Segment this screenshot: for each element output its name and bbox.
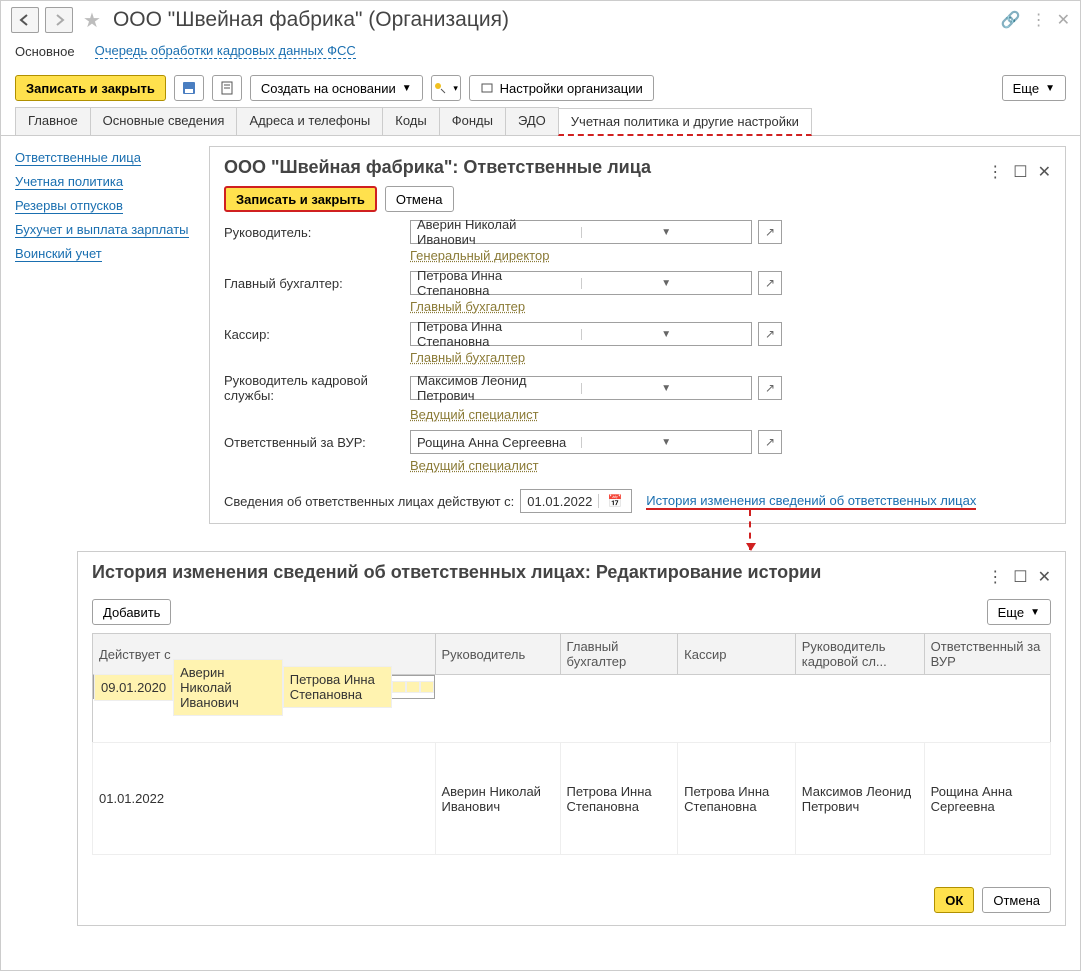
position-link[interactable]: Генеральный директор — [410, 248, 549, 263]
calendar-icon[interactable]: 📅 — [598, 494, 631, 508]
panel1-cancel[interactable]: Отмена — [385, 186, 454, 212]
person-select[interactable]: Рощина Анна Сергеевна▼ — [410, 430, 752, 454]
panel2-more-button[interactable]: Еще▼ — [987, 599, 1051, 625]
dropdown-icon[interactable]: ▼ — [581, 329, 752, 340]
history-panel: История изменения сведений об ответствен… — [77, 551, 1066, 926]
dropdown-icon[interactable]: ▼ — [581, 227, 752, 238]
history-table: Действует сРуководительГлавный бухгалтер… — [92, 633, 1051, 855]
panel2-cancel-button[interactable]: Отмена — [982, 887, 1051, 913]
col-header[interactable]: Главный бухгалтер — [560, 634, 678, 675]
subhead-queue-link[interactable]: Очередь обработки кадровых данных ФСС — [95, 43, 356, 59]
tab-addresses[interactable]: Адреса и телефоны — [236, 107, 383, 135]
tab-policy[interactable]: Учетная политика и другие настройки — [558, 108, 812, 136]
tab-edo[interactable]: ЭДО — [505, 107, 559, 135]
more-button[interactable]: Еще▼ — [1002, 75, 1066, 101]
org-settings-button[interactable]: Настройки организации — [469, 75, 654, 101]
ok-button[interactable]: ОК — [934, 887, 974, 913]
person-select[interactable]: Максимов Леонид Петрович▼ — [410, 376, 752, 400]
panel2-close-icon[interactable]: ✕ — [1038, 567, 1051, 587]
link-icon[interactable]: 🔗 — [1001, 10, 1021, 30]
tab-bar: Главное Основные сведения Адреса и телеф… — [1, 107, 1080, 136]
tab-general[interactable]: Основные сведения — [90, 107, 238, 135]
nav-military[interactable]: Воинский учет — [15, 246, 102, 262]
open-button[interactable]: ↗ — [758, 271, 782, 295]
panel1-close-icon[interactable]: ✕ — [1038, 162, 1051, 182]
panel2-max-icon[interactable]: ☐ — [1013, 567, 1027, 587]
date-input[interactable]: 01.01.2022📅 — [520, 489, 632, 513]
attach-button[interactable]: ▾ — [431, 75, 461, 101]
back-button[interactable] — [11, 7, 39, 33]
position-link[interactable]: Ведущий специалист — [410, 458, 539, 473]
open-button[interactable]: ↗ — [758, 322, 782, 346]
person-select[interactable]: Петрова Инна Степановна▼ — [410, 322, 752, 346]
history-link[interactable]: История изменения сведений об ответствен… — [646, 493, 976, 510]
more-icon[interactable]: ⋮ — [1031, 10, 1047, 30]
dropdown-icon[interactable]: ▼ — [581, 383, 752, 394]
panel1-more-icon[interactable]: ⋮ — [987, 162, 1003, 182]
nav-accounting[interactable]: Бухучет и выплата зарплаты — [15, 222, 189, 238]
dropdown-icon[interactable]: ▼ — [581, 437, 752, 448]
create-based-button[interactable]: Создать на основании▼ — [250, 75, 423, 101]
panel1-max-icon[interactable]: ☐ — [1013, 162, 1027, 182]
save-close-button[interactable]: Записать и закрыть — [15, 75, 166, 101]
save-button[interactable] — [174, 75, 204, 101]
responsible-panel: ООО "Швейная фабрика": Ответственные лиц… — [209, 146, 1066, 524]
nav-reserves[interactable]: Резервы отпусков — [15, 198, 123, 214]
position-link[interactable]: Ведущий специалист — [410, 407, 539, 422]
field-label: Ответственный за ВУР: — [224, 435, 410, 450]
tab-main[interactable]: Главное — [15, 107, 91, 135]
panel1-title: ООО "Швейная фабрика": Ответственные лиц… — [224, 157, 651, 178]
field-label: Главный бухгалтер: — [224, 276, 410, 291]
field-label: Руководитель: — [224, 225, 410, 240]
field-label: Руководитель кадровой службы: — [224, 373, 410, 403]
position-link[interactable]: Главный бухгалтер — [410, 350, 525, 365]
person-select[interactable]: Петрова Инна Степановна▼ — [410, 271, 752, 295]
nav-responsible[interactable]: Ответственные лица — [15, 150, 141, 166]
col-header[interactable]: Ответственный за ВУР — [924, 634, 1050, 675]
panel1-save-close[interactable]: Записать и закрыть — [224, 186, 377, 212]
star-icon[interactable]: ★ — [83, 8, 101, 33]
col-header[interactable]: Руководитель кадровой сл... — [795, 634, 924, 675]
person-select[interactable]: Аверин Николай Иванович▼ — [410, 220, 752, 244]
open-button[interactable]: ↗ — [758, 430, 782, 454]
field-label: Кассир: — [224, 327, 410, 342]
open-button[interactable]: ↗ — [758, 376, 782, 400]
col-header[interactable]: Кассир — [678, 634, 796, 675]
nav-policy[interactable]: Учетная политика — [15, 174, 123, 190]
position-link[interactable]: Главный бухгалтер — [410, 299, 525, 314]
col-header[interactable]: Руководитель — [435, 634, 560, 675]
table-row[interactable]: 09.01.2020Аверин Николай ИвановичПетрова… — [93, 675, 435, 699]
open-button[interactable]: ↗ — [758, 220, 782, 244]
tab-codes[interactable]: Коды — [382, 107, 439, 135]
panel2-title: История изменения сведений об ответствен… — [92, 562, 821, 583]
annotation-arrow-v — [749, 510, 751, 550]
add-button[interactable]: Добавить — [92, 599, 171, 625]
table-row[interactable]: 01.01.2022Аверин Николай ИвановичПетрова… — [93, 743, 1051, 855]
doc-button[interactable] — [212, 75, 242, 101]
subhead-main[interactable]: Основное — [15, 44, 75, 59]
tab-funds[interactable]: Фонды — [439, 107, 506, 135]
panel2-more-icon[interactable]: ⋮ — [987, 567, 1003, 587]
date-label: Сведения об ответственных лицах действую… — [224, 494, 514, 509]
forward-button[interactable] — [45, 7, 73, 33]
page-title: ООО "Швейная фабрика" (Организация) — [113, 8, 509, 32]
dropdown-icon[interactable]: ▼ — [581, 278, 752, 289]
close-icon[interactable]: ✕ — [1057, 10, 1070, 30]
